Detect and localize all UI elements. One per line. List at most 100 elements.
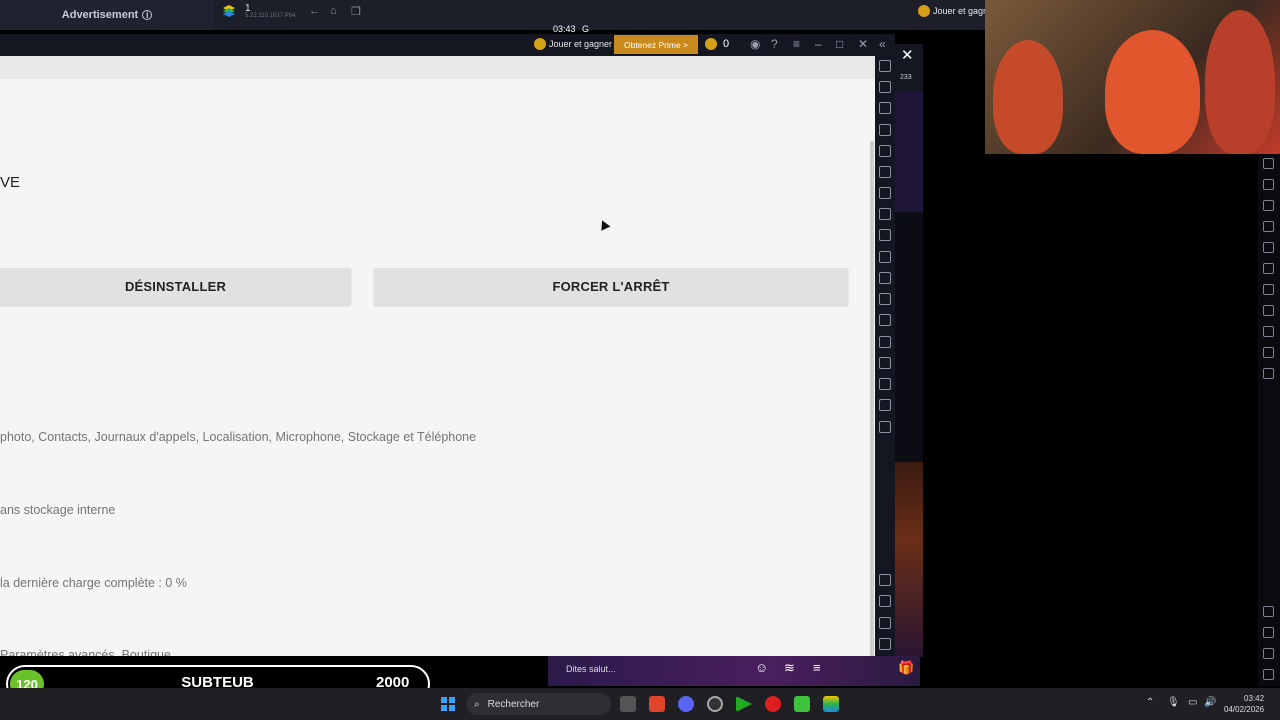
toolbar-icon-10[interactable] xyxy=(1263,347,1274,358)
recents-icon[interactable] xyxy=(879,638,891,650)
screen-record-icon[interactable] xyxy=(879,102,891,114)
toolbar-back-icon[interactable] xyxy=(1263,627,1274,638)
list-icon[interactable]: ≡ xyxy=(813,660,821,675)
record-icon[interactable] xyxy=(879,251,891,263)
help-icon[interactable]: ? xyxy=(771,37,778,51)
close-window-icon[interactable]: ✕ xyxy=(858,37,868,51)
youtube-icon[interactable] xyxy=(765,696,781,712)
storage-row[interactable]: ans stockage interne xyxy=(0,503,115,517)
toolbar-icon-6[interactable] xyxy=(1263,263,1274,274)
gift-icon[interactable]: 🎁 xyxy=(898,660,914,676)
tray-chevron-icon[interactable]: ⌃ xyxy=(1146,697,1154,708)
toolbar-icon-5[interactable] xyxy=(1263,242,1274,253)
collapse-sidebar-icon[interactable]: « xyxy=(879,37,886,51)
discord-icon[interactable] xyxy=(678,696,694,712)
advertisement-box[interactable]: Advertisement i xyxy=(0,0,214,30)
close-panel-icon[interactable]: ✕ xyxy=(901,46,914,64)
taskbar-time: 03:42 xyxy=(1244,694,1265,703)
uninstall-button[interactable]: DÉSINSTALLER xyxy=(0,268,351,305)
info-icon[interactable]: i xyxy=(142,10,153,20)
advanced-row[interactable]: Paramètres avancés, Boutique xyxy=(0,648,171,656)
toolbar-home-icon[interactable] xyxy=(1263,648,1274,659)
audio-wave-icon[interactable]: ≋ xyxy=(784,660,795,676)
account-icon[interactable]: ◉ xyxy=(750,37,760,51)
emulator-title-bar xyxy=(0,34,895,56)
task-view-icon[interactable] xyxy=(620,696,636,712)
eco-icon[interactable] xyxy=(879,336,891,348)
taskbar-search[interactable]: ⌕ Rechercher xyxy=(466,693,611,715)
toolbar-icon-9[interactable] xyxy=(1263,326,1274,337)
game-preview-strip xyxy=(895,462,923,657)
maximize-icon[interactable]: □ xyxy=(836,37,843,51)
toolbar-icon-8[interactable] xyxy=(1263,305,1274,316)
google-icon: G xyxy=(582,24,590,34)
minimize-icon[interactable]: – xyxy=(815,37,822,51)
toolbar-icon-4[interactable] xyxy=(1263,221,1274,232)
multi-instance-icon[interactable] xyxy=(879,314,891,326)
media-icon[interactable] xyxy=(879,272,891,284)
jouer-top-link[interactable]: Jouer et gagn xyxy=(918,5,988,17)
toolbar-icon-11[interactable] xyxy=(1263,368,1274,379)
layers-icon[interactable] xyxy=(879,378,891,390)
network-icon[interactable]: ▭ xyxy=(1188,697,1197,708)
sync-icon[interactable] xyxy=(879,166,891,178)
taskbar-clock[interactable]: 03:42 04/02/2026 xyxy=(1224,693,1264,715)
webcam-person-center xyxy=(1105,30,1200,154)
back-arrow-icon[interactable]: ← xyxy=(309,5,320,17)
scrollbar[interactable] xyxy=(870,141,874,656)
performance-icon[interactable] xyxy=(879,208,891,220)
emoji-icon[interactable]: ☺ xyxy=(755,660,768,675)
search-placeholder: Rechercher xyxy=(487,698,540,710)
bluestacks-icon xyxy=(223,5,235,17)
back-icon[interactable] xyxy=(879,595,891,607)
webcam-person-right xyxy=(1205,10,1275,154)
microphone-icon[interactable]: 🎙 xyxy=(1167,697,1180,708)
excel-icon[interactable] xyxy=(794,696,810,712)
status-clock-text: 03:43 xyxy=(553,24,576,34)
screenshot-icon[interactable] xyxy=(879,229,891,241)
volume-icon[interactable] xyxy=(879,81,891,93)
toolbar-icon-1[interactable] xyxy=(1263,158,1274,169)
obs-icon[interactable] xyxy=(707,696,723,712)
menu-icon[interactable]: ≡ xyxy=(793,37,800,51)
android-home-icon[interactable] xyxy=(879,617,891,629)
speaker-icon[interactable]: 🔊 xyxy=(1204,697,1216,708)
home-icon[interactable]: ⌂ xyxy=(330,5,337,17)
app-info-page: VE DÉSINSTALLER FORCER L'ARRÊT photo, Co… xyxy=(0,56,875,656)
sidebar-toggle-icon[interactable] xyxy=(879,421,891,433)
fullscreen-icon[interactable] xyxy=(879,60,891,72)
right-toolbar xyxy=(1258,154,1280,686)
chat-input[interactable]: Dites salut... xyxy=(566,664,616,674)
rotate-icon[interactable] xyxy=(879,399,891,411)
page-header xyxy=(0,56,875,79)
status-clock: 03:43 G xyxy=(553,24,589,34)
toolbar-recents-icon[interactable] xyxy=(1263,669,1274,680)
windows-start-icon[interactable] xyxy=(441,697,455,711)
permissions-row[interactable]: photo, Contacts, Journaux d'appels, Loca… xyxy=(0,430,476,444)
airplane-icon[interactable] xyxy=(879,293,891,305)
bluestacks-taskbar-icon[interactable] xyxy=(823,696,839,712)
emulator-sidebar xyxy=(875,56,895,656)
brave-icon[interactable] xyxy=(649,696,665,712)
prime-label: Obtenez Prime > xyxy=(623,39,688,50)
prime-button[interactable]: Obtenez Prime > xyxy=(614,35,698,54)
keyboard-icon[interactable] xyxy=(879,124,891,136)
multi-window-icon[interactable]: ❐ xyxy=(351,5,361,18)
toolbar-icon-7[interactable] xyxy=(1263,284,1274,295)
controller-icon xyxy=(918,5,930,17)
coin-balance[interactable]: 0 xyxy=(705,38,729,50)
location-icon[interactable] xyxy=(879,357,891,369)
advertisement-label: Advertisement xyxy=(61,9,139,21)
battery-row[interactable]: la dernière charge complète : 0 % xyxy=(0,576,187,590)
toolbar-icon-2[interactable] xyxy=(1263,179,1274,190)
jouer-label: Jouer et gagner xyxy=(549,39,613,49)
jouer-et-gagner-button[interactable]: Jouer et gagner xyxy=(534,38,612,50)
macro-icon[interactable] xyxy=(879,145,891,157)
toolbar-icon-3[interactable] xyxy=(1263,200,1274,211)
controller-icon xyxy=(534,38,546,50)
force-stop-button[interactable]: FORCER L'ARRÊT xyxy=(374,268,848,305)
toolbar-settings-icon[interactable] xyxy=(1263,606,1274,617)
game-controls-icon[interactable] xyxy=(879,187,891,199)
notification-count: 233 xyxy=(900,74,912,81)
settings-icon[interactable] xyxy=(879,574,891,586)
